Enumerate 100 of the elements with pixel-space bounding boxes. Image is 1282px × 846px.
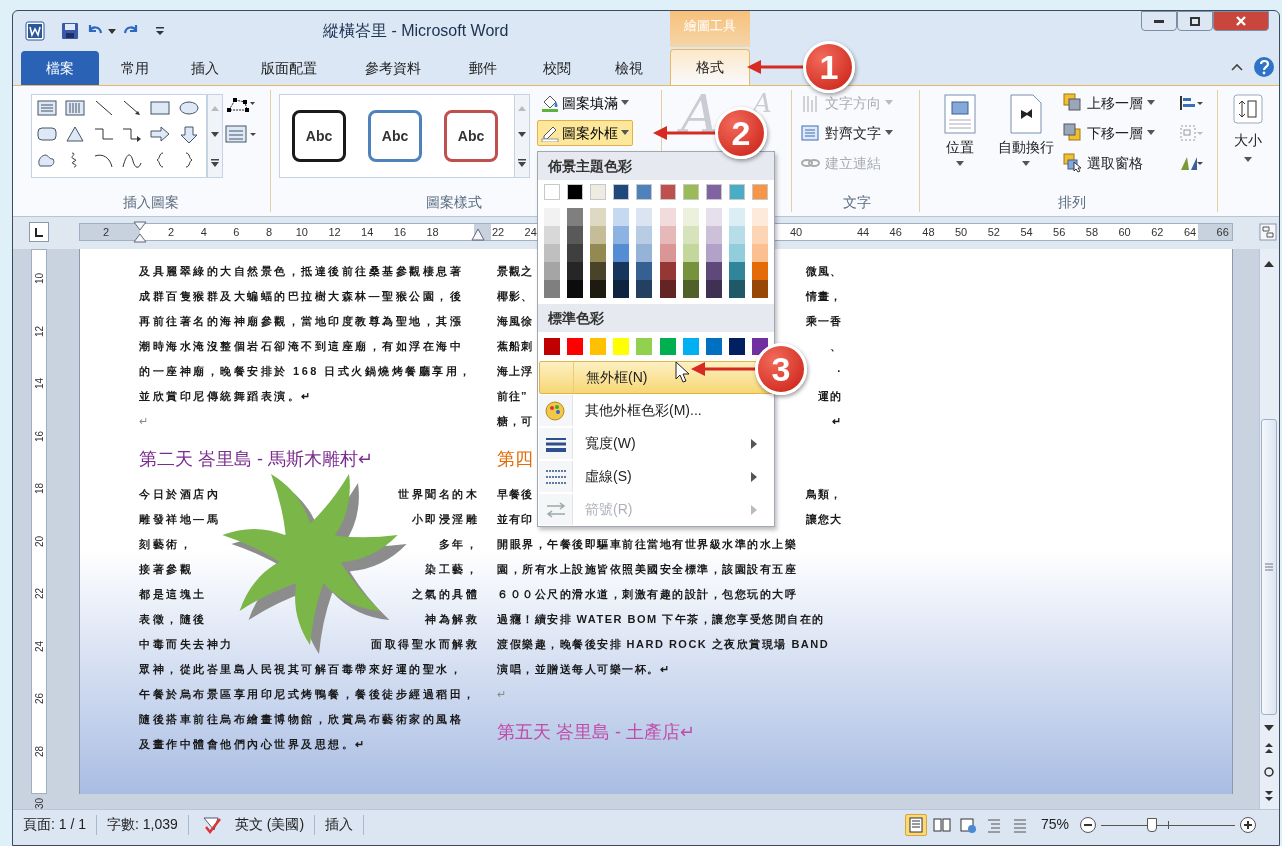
ribbon-command-button[interactable]: 下移一層	[1061, 120, 1157, 146]
browse-object-icon[interactable]	[1261, 765, 1277, 779]
size-button[interactable]: 大小	[1223, 94, 1273, 188]
elbow-connector-icon[interactable]	[92, 125, 115, 143]
zoom-level[interactable]: 75%	[1030, 814, 1079, 835]
vertical-text-box-icon[interactable]	[64, 99, 87, 117]
color-swatch[interactable]	[613, 244, 630, 262]
zoom-slider-thumb[interactable]	[1146, 817, 1157, 832]
color-swatch[interactable]	[659, 244, 676, 262]
color-swatch[interactable]	[751, 262, 768, 280]
color-swatch[interactable]	[728, 208, 745, 226]
color-swatch[interactable]	[705, 338, 722, 355]
color-swatch[interactable]	[567, 226, 584, 244]
color-swatch[interactable]	[567, 338, 584, 355]
color-swatch[interactable]	[682, 226, 699, 244]
scroll-down-icon[interactable]	[211, 132, 219, 138]
color-swatch[interactable]	[659, 262, 676, 280]
minimize-button[interactable]	[1141, 11, 1177, 31]
color-swatch[interactable]	[590, 208, 607, 226]
color-swatch[interactable]	[590, 338, 607, 355]
color-swatch[interactable]	[751, 244, 768, 262]
color-swatch[interactable]	[751, 338, 768, 355]
ribbon-tab[interactable]: 版面配置	[249, 51, 329, 85]
color-swatch[interactable]	[659, 226, 676, 244]
close-button[interactable]	[1213, 11, 1269, 31]
color-swatch[interactable]	[636, 338, 653, 355]
color-swatch[interactable]	[751, 184, 768, 200]
ribbon-tab[interactable]: 校閱	[531, 51, 583, 85]
color-swatch[interactable]	[544, 208, 560, 226]
style-preset[interactable]: Abc	[444, 110, 498, 162]
color-swatch[interactable]	[728, 280, 745, 298]
color-swatch[interactable]	[682, 280, 699, 298]
color-swatch[interactable]	[751, 208, 768, 226]
more-icon[interactable]	[211, 158, 219, 167]
color-swatch[interactable]	[613, 226, 630, 244]
help-icon[interactable]	[1253, 56, 1275, 78]
triangle-icon[interactable]	[64, 125, 87, 143]
ribbon-tab[interactable]: 常用	[109, 51, 161, 85]
rounded-rectangle-icon[interactable]	[36, 125, 58, 143]
align-icon[interactable]	[1179, 94, 1203, 112]
ribbon-tab[interactable]: 格式	[670, 49, 750, 85]
color-swatch[interactable]	[705, 226, 722, 244]
rectangle-icon[interactable]	[149, 99, 172, 117]
word-app-icon[interactable]	[25, 21, 45, 41]
color-swatch[interactable]	[544, 262, 560, 280]
color-swatch[interactable]	[567, 262, 584, 280]
color-swatch[interactable]	[544, 280, 560, 298]
scroll-down-icon[interactable]	[518, 132, 526, 138]
oval-icon[interactable]	[177, 99, 200, 117]
zoom-in-icon[interactable]	[1239, 815, 1257, 834]
ribbon-command-button[interactable]: 圖案外框	[537, 120, 633, 146]
indent-marker-icon[interactable]	[133, 221, 147, 243]
color-swatch[interactable]	[567, 280, 584, 298]
color-swatch[interactable]	[590, 244, 607, 262]
scrollbar-thumb[interactable]	[1261, 419, 1277, 715]
menu-item[interactable]: 其他外框色彩(M)...	[538, 394, 774, 427]
color-swatch[interactable]	[728, 184, 745, 200]
right-arrow-icon[interactable]	[149, 125, 172, 143]
star-shape-drawing[interactable]	[222, 473, 407, 654]
elbow-arrow-icon[interactable]	[121, 125, 143, 143]
ribbon-tab[interactable]: 郵件	[457, 51, 509, 85]
draw-text-box-icon[interactable]	[225, 124, 257, 144]
color-swatch[interactable]	[751, 226, 768, 244]
menu-item[interactable]: 寬度(W)	[538, 427, 774, 460]
color-swatch[interactable]	[567, 244, 584, 262]
style-preset[interactable]: Abc	[292, 110, 346, 162]
color-swatch[interactable]	[682, 208, 699, 226]
collapse-ribbon-icon[interactable]	[1231, 63, 1243, 71]
color-swatch[interactable]	[682, 262, 699, 280]
color-swatch[interactable]	[636, 226, 653, 244]
ribbon-tab[interactable]: 檢視	[603, 51, 655, 85]
ribbon-large-button[interactable]: 自動換行	[995, 92, 1057, 186]
color-swatch[interactable]	[751, 280, 768, 298]
save-icon[interactable]	[61, 22, 79, 40]
color-swatch[interactable]	[544, 244, 560, 262]
ribbon-tab[interactable]: 參考資料	[353, 51, 433, 85]
color-swatch[interactable]	[636, 280, 653, 298]
color-swatch[interactable]	[659, 338, 676, 355]
customize-toolbar-icon[interactable]	[155, 26, 165, 36]
color-swatch[interactable]	[659, 208, 676, 226]
color-swatch[interactable]	[682, 244, 699, 262]
more-icon[interactable]	[518, 158, 526, 167]
color-swatch[interactable]	[705, 208, 722, 226]
color-swatch[interactable]	[728, 262, 745, 280]
color-swatch[interactable]	[544, 184, 560, 200]
color-swatch[interactable]	[567, 208, 584, 226]
color-swatch[interactable]	[728, 338, 745, 355]
text-box-icon[interactable]	[36, 99, 58, 117]
color-swatch[interactable]	[613, 338, 630, 355]
ribbon-command-button[interactable]: 選取窗格	[1061, 150, 1145, 176]
ribbon-tab[interactable]: 插入	[179, 51, 231, 85]
color-swatch[interactable]	[705, 244, 722, 262]
color-swatch[interactable]	[636, 262, 653, 280]
color-swatch[interactable]	[590, 280, 607, 298]
color-swatch[interactable]	[728, 244, 745, 262]
style-preset[interactable]: Abc	[368, 110, 422, 162]
menu-item[interactable]: 無外框(N)	[539, 361, 773, 394]
color-swatch[interactable]	[705, 184, 722, 200]
color-swatch[interactable]	[636, 244, 653, 262]
ribbon-tab[interactable]: 檔案	[21, 51, 99, 85]
